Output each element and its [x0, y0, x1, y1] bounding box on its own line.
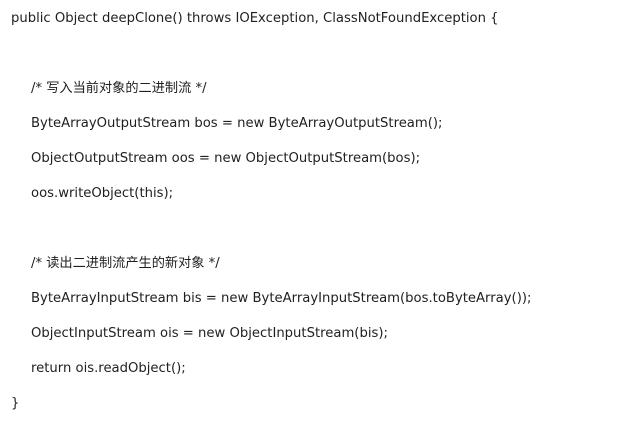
byte-array-input-stream-line: ByteArrayInputStream bis = new ByteArray… [31, 291, 532, 306]
closing-brace-line: } [11, 396, 20, 411]
read-comment-line: /* 读出二进制流产生的新对象 */ [31, 256, 220, 271]
write-object-line: oos.writeObject(this); [31, 186, 174, 201]
object-output-stream-line: ObjectOutputStream oos = new ObjectOutpu… [31, 151, 421, 166]
write-comment-line: /* 写入当前对象的二进制流 */ [31, 81, 207, 96]
object-input-stream-line: ObjectInputStream ois = new ObjectInputS… [31, 326, 388, 341]
byte-array-output-stream-line: ByteArrayOutputStream bos = new ByteArra… [31, 116, 443, 131]
return-statement-line: return ois.readObject(); [31, 361, 186, 376]
method-signature-line: public Object deepClone() throws IOExcep… [11, 11, 499, 26]
code-snippet: public Object deepClone() throws IOExcep… [0, 0, 627, 425]
